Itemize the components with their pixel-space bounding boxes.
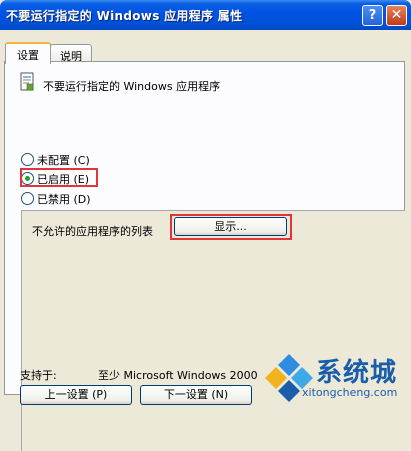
enabled-highlight-box — [20, 168, 98, 187]
next-setting-button[interactable]: 下一设置 (N) — [140, 385, 252, 405]
options-area: 不允许的应用程序的列表 显示... — [21, 210, 405, 451]
radio-disabled-button[interactable] — [21, 192, 34, 205]
window-title: 不要运行指定的 Windows 应用程序 属性 — [6, 9, 243, 23]
show-button-highlight-box — [170, 214, 292, 240]
tab-setting[interactable]: 设置 — [5, 42, 51, 64]
supported-on-value: 至少 Microsoft Windows 2000 — [98, 369, 258, 382]
watermark-url: xitongcheng.com — [302, 386, 398, 399]
title-bar[interactable]: 不要运行指定的 Windows 应用程序 属性 ? ✕ — [0, 0, 411, 30]
previous-setting-button[interactable]: 上一设置 (P) — [20, 385, 132, 405]
disallowed-apps-label: 不允许的应用程序的列表 — [32, 225, 153, 238]
radio-not-configured-button[interactable] — [21, 153, 34, 166]
help-icon: ? — [368, 8, 377, 23]
settings-panel: 不要运行指定的 Windows 应用程序 未配置 (C) 已启用 (E) 已禁用… — [4, 61, 405, 451]
policy-name: 不要运行指定的 Windows 应用程序 — [43, 80, 221, 93]
radio-not-configured-label: 未配置 (C) — [37, 154, 90, 167]
supported-on-label: 支持于: — [20, 369, 57, 382]
tab-explain[interactable]: 说明 — [50, 44, 92, 63]
watermark-text: 系统城 — [316, 358, 398, 388]
radio-not-configured[interactable]: 未配置 (C) — [21, 152, 90, 168]
radio-disabled-label: 已禁用 (D) — [37, 193, 91, 206]
policy-setting-icon — [20, 72, 34, 91]
help-button[interactable]: ? — [362, 5, 383, 26]
close-button[interactable]: ✕ — [386, 5, 407, 26]
watermark: 系统城 xitongcheng.com — [262, 348, 411, 405]
radio-disabled[interactable]: 已禁用 (D) — [21, 191, 91, 207]
close-icon: ✕ — [390, 7, 403, 23]
tab-setting-label: 设置 — [17, 49, 39, 62]
